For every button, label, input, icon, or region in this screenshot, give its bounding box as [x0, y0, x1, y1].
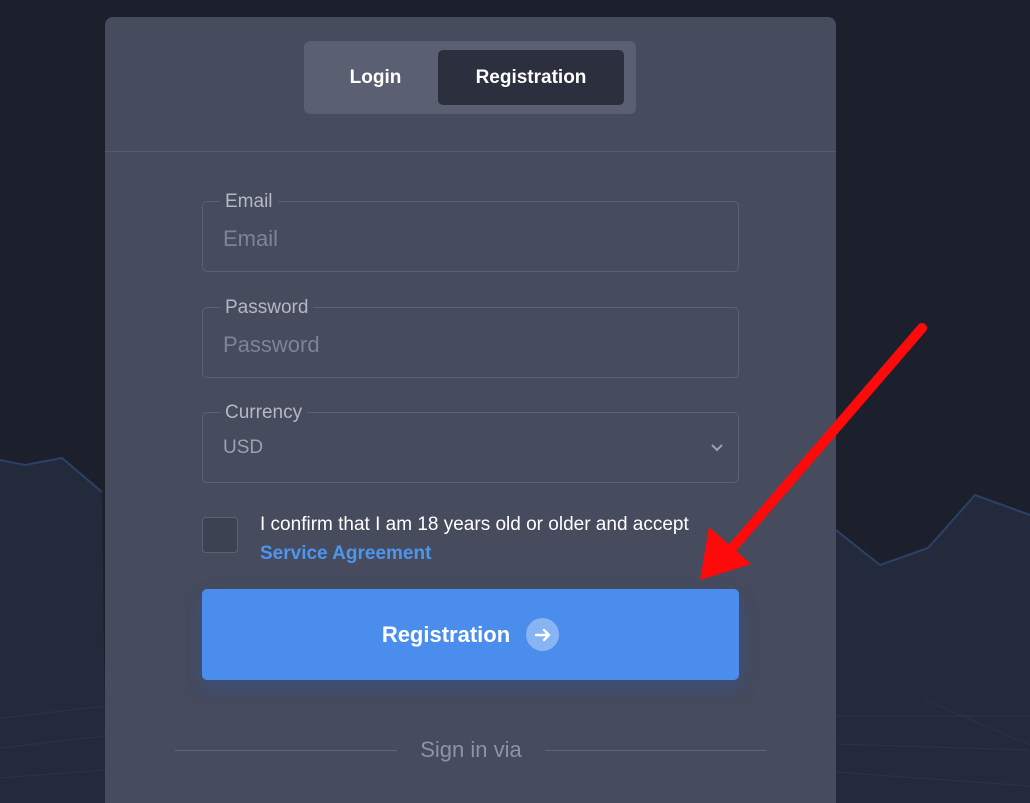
currency-value: USD — [223, 437, 264, 458]
service-agreement-link[interactable]: Service Agreement — [260, 543, 431, 564]
password-label: Password — [220, 297, 314, 318]
email-label: Email — [220, 191, 278, 212]
email-field: Email — [202, 191, 739, 272]
age-consent-checkbox[interactable] — [202, 517, 238, 553]
tab-login[interactable]: Login — [312, 50, 439, 105]
background-mountain-left — [0, 458, 106, 803]
sign-in-via-line-left — [175, 750, 397, 751]
registration-button[interactable]: Registration — [202, 589, 739, 680]
currency-select[interactable]: Currency USD — [202, 402, 739, 483]
registration-button-label: Registration — [381, 621, 511, 647]
consent-text: I confirm that I am 18 years old or olde… — [260, 514, 689, 535]
password-input[interactable] — [223, 330, 703, 360]
page: Login Registration Email Password Curren… — [0, 0, 1030, 803]
auth-card: Login Registration Email Password Curren… — [105, 17, 836, 803]
header-divider — [105, 151, 836, 152]
auth-tabs: Login Registration — [304, 41, 636, 114]
arrow-right-icon — [526, 618, 560, 651]
sign-in-via-text: Sign in via — [420, 737, 522, 762]
consent-text-block: I confirm that I am 18 years old or olde… — [260, 510, 740, 568]
password-field: Password — [202, 297, 739, 378]
sign-in-via-divider: Sign in via — [175, 735, 766, 765]
email-input[interactable] — [223, 224, 703, 254]
tab-registration[interactable]: Registration — [438, 50, 624, 105]
currency-label: Currency — [220, 402, 308, 423]
sign-in-via-line-right — [545, 750, 766, 751]
chevron-down-icon — [711, 444, 723, 452]
